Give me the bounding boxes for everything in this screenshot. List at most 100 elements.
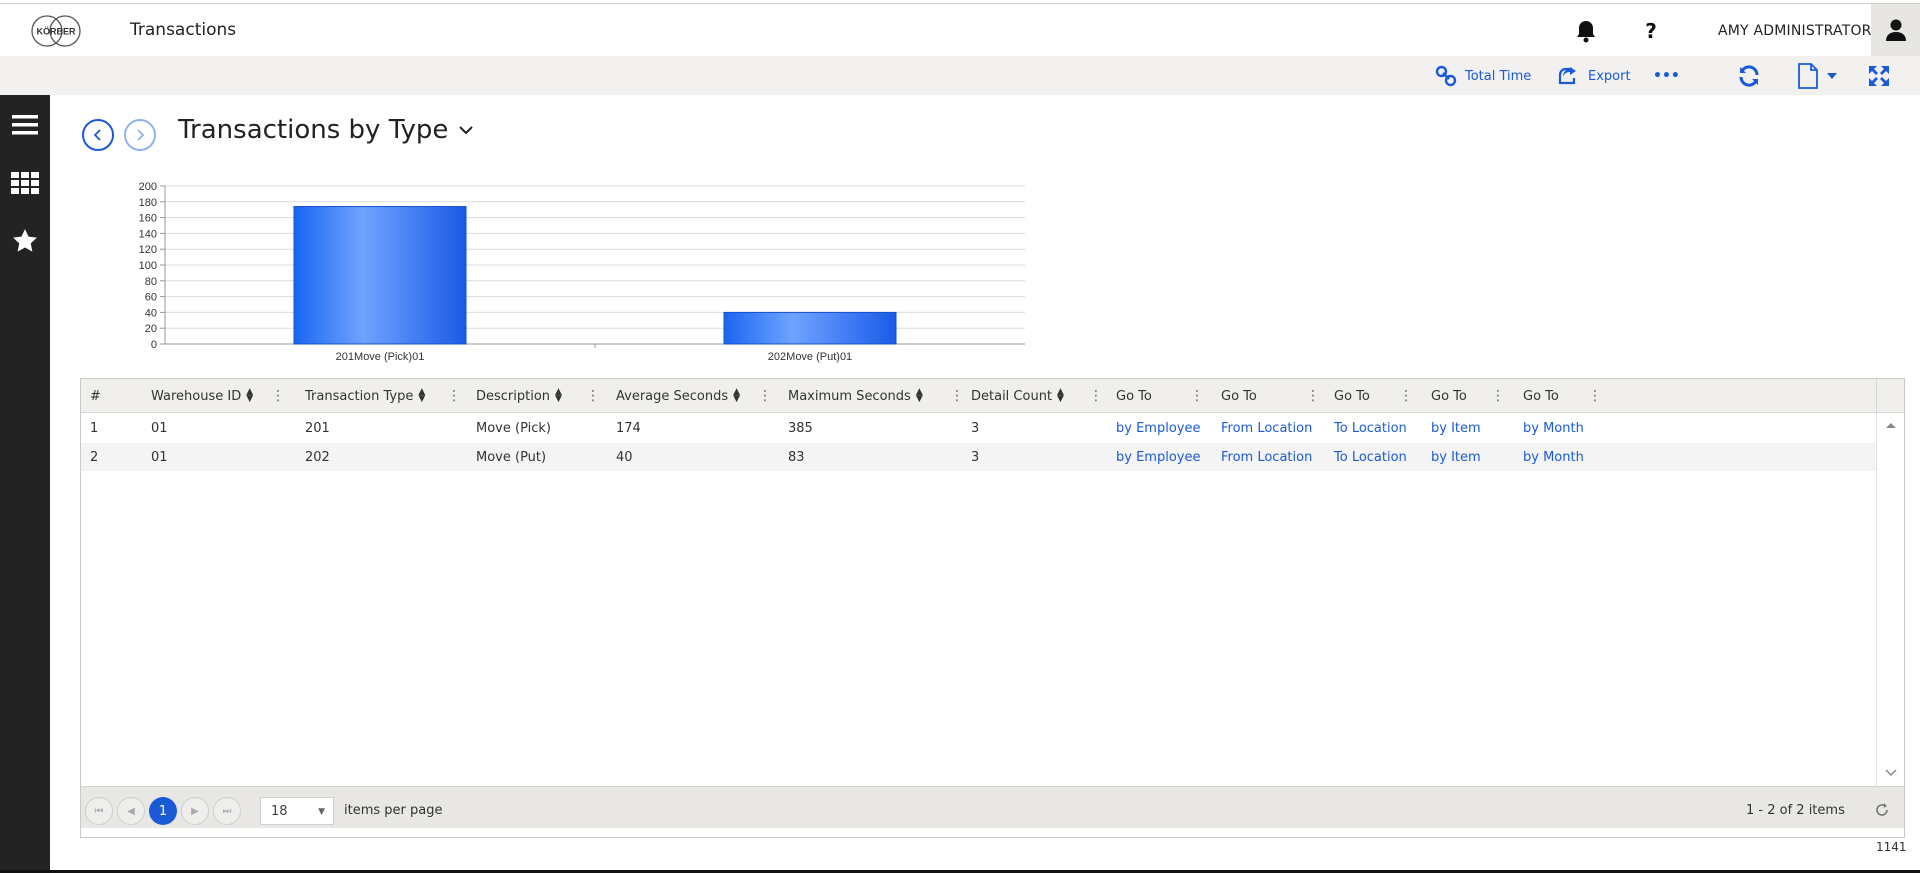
column-menu-icon[interactable]: ⋮ — [586, 388, 600, 404]
page-title: Transactions by Type — [178, 115, 449, 145]
user-avatar-button[interactable] — [1871, 4, 1920, 56]
table-row[interactable]: 1 01 201 Move (Pick) 174 385 3 by Employee From … — [81, 414, 1876, 442]
column-header[interactable]: Go To ⋮ — [1116, 379, 1204, 413]
fullscreen-icon[interactable] — [1867, 64, 1891, 88]
export-icon — [1558, 67, 1576, 85]
report-menu-button[interactable] — [1797, 63, 1837, 89]
column-menu-icon[interactable]: ⋮ — [271, 388, 285, 404]
sort-icon[interactable]: ▲ ▼ — [246, 388, 253, 404]
column-header[interactable]: # — [90, 379, 101, 413]
first-page-icon[interactable]: ⏮ — [85, 797, 113, 825]
scroll-up-icon[interactable] — [1885, 421, 1897, 429]
y-tick-label: 140 — [139, 228, 157, 240]
column-header-label: Warehouse ID — [151, 388, 242, 404]
column-menu-icon[interactable]: ⋮ — [1588, 388, 1602, 404]
column-header[interactable]: Maximum Seconds ▲ ▼ ⋮ — [788, 379, 964, 413]
prev-page-icon[interactable]: ◀ — [117, 797, 145, 825]
user-icon — [1885, 19, 1906, 41]
column-menu-icon[interactable]: ⋮ — [1306, 388, 1320, 404]
sort-icon[interactable]: ▲ ▼ — [916, 388, 923, 404]
goto-link[interactable]: From Location — [1221, 421, 1312, 436]
table-cell: 40 — [616, 450, 633, 465]
table-cell: 385 — [788, 421, 813, 436]
favorites-star-icon[interactable] — [9, 225, 41, 257]
column-menu-icon[interactable]: ⋮ — [1089, 388, 1103, 404]
goto-link[interactable]: by Employee — [1116, 450, 1200, 465]
hamburger-menu-icon[interactable] — [9, 109, 41, 141]
column-menu-icon[interactable]: ⋮ — [758, 388, 772, 404]
more-options-icon[interactable]: ••• — [1653, 64, 1680, 88]
korber-logo[interactable]: KÖRBER — [28, 14, 84, 48]
column-header-label: Transaction Type — [305, 388, 414, 404]
x-tick-label: 201Move (Pick)01 — [336, 351, 425, 363]
forward-button[interactable] — [124, 119, 156, 151]
column-header[interactable]: Go To ⋮ — [1334, 379, 1413, 413]
bar-chart: 0 20 40 60 80 100 120 140 160 180 200 201Move (Pic… — [139, 181, 1025, 363]
app-title: Transactions — [130, 20, 237, 40]
column-menu-icon[interactable]: ⋮ — [1399, 388, 1413, 404]
page-size-value: 18 — [271, 803, 288, 819]
page-title-dropdown[interactable]: Transactions by Type — [178, 115, 474, 145]
footer-number: 1141 — [1876, 840, 1907, 854]
sidebar — [0, 95, 50, 873]
refresh-icon[interactable] — [1737, 64, 1761, 88]
goto-link[interactable]: From Location — [1221, 450, 1312, 465]
goto-link[interactable]: by Item — [1431, 421, 1481, 436]
sort-icon[interactable]: ▲ ▼ — [555, 388, 562, 404]
y-tick-label: 100 — [139, 260, 157, 272]
column-header[interactable]: Detail Count ▲ ▼ ⋮ — [971, 379, 1103, 413]
current-page-button[interactable]: 1 — [149, 797, 177, 825]
transactions-grid: # Warehouse ID ▲ ▼ ⋮ Transaction Type ▲ ▼ ⋮ Descr… — [80, 378, 1905, 838]
column-header[interactable]: Go To ⋮ — [1221, 379, 1320, 413]
column-menu-icon[interactable]: ⋮ — [1491, 388, 1505, 404]
chart-bar[interactable] — [293, 206, 467, 345]
scroll-down-icon[interactable] — [1885, 769, 1897, 777]
goto-link[interactable]: To Location — [1334, 421, 1407, 436]
toolbar: Total Time Export ••• — [0, 56, 1920, 95]
column-header[interactable]: Go To ⋮ — [1523, 379, 1602, 413]
y-tick-label: 180 — [139, 197, 157, 209]
vertical-scrollbar[interactable] — [1876, 413, 1904, 786]
grid-refresh-icon[interactable] — [1871, 799, 1893, 821]
help-icon[interactable]: ? — [1638, 18, 1664, 44]
user-name[interactable]: AMY ADMINISTRATOR — [1718, 23, 1872, 39]
next-page-icon[interactable]: ▶ — [181, 797, 209, 825]
y-tick-label: 160 — [139, 213, 157, 225]
goto-link[interactable]: by Item — [1431, 450, 1481, 465]
column-header[interactable]: Average Seconds ▲ ▼ ⋮ — [616, 379, 772, 413]
back-button[interactable] — [82, 119, 114, 151]
goto-link[interactable]: by Employee — [1116, 421, 1200, 436]
goto-link[interactable]: To Location — [1334, 450, 1407, 465]
page-size-select[interactable]: 18 ▼ — [260, 797, 334, 825]
column-header[interactable]: Warehouse ID ▲ ▼ ⋮ — [151, 379, 285, 413]
column-header[interactable]: Description ▲ ▼ ⋮ — [476, 379, 600, 413]
y-tick-label: 200 — [139, 181, 157, 193]
column-menu-icon[interactable]: ⋮ — [1190, 388, 1204, 404]
column-header[interactable]: Transaction Type ▲ ▼ ⋮ — [305, 379, 461, 413]
column-header-label: Description — [476, 388, 551, 404]
sort-icon[interactable]: ▲ ▼ — [418, 388, 425, 404]
export-label: Export — [1588, 68, 1631, 84]
column-header-label: Maximum Seconds — [788, 388, 911, 404]
y-tick-label: 40 — [145, 307, 157, 319]
table-cell: 01 — [151, 421, 168, 436]
bell-icon[interactable] — [1573, 18, 1599, 44]
caret-down-icon: ▼ — [318, 807, 325, 817]
goto-link[interactable]: by Month — [1523, 421, 1584, 436]
table-row[interactable]: 2 01 202 Move (Put) 40 83 3 by Employee From Loc… — [81, 443, 1876, 471]
file-icon — [1798, 63, 1818, 89]
chart-bar[interactable] — [723, 311, 897, 345]
column-header[interactable]: Go To ⋮ — [1431, 379, 1505, 413]
column-menu-icon[interactable]: ⋮ — [447, 388, 461, 404]
table-cell: 01 — [151, 450, 168, 465]
export-button[interactable]: Export — [1556, 64, 1631, 88]
table-cell: Move (Put) — [476, 450, 547, 465]
apps-grid-icon[interactable] — [9, 167, 41, 199]
goto-link[interactable]: by Month — [1523, 450, 1584, 465]
table-cell: 3 — [971, 450, 980, 465]
sort-icon[interactable]: ▲ ▼ — [1057, 388, 1064, 404]
column-menu-icon[interactable]: ⋮ — [950, 388, 964, 404]
last-page-icon[interactable]: ⏭ — [213, 797, 241, 825]
total-time-button[interactable]: Total Time — [1435, 64, 1531, 88]
sort-icon[interactable]: ▲ ▼ — [733, 388, 740, 404]
